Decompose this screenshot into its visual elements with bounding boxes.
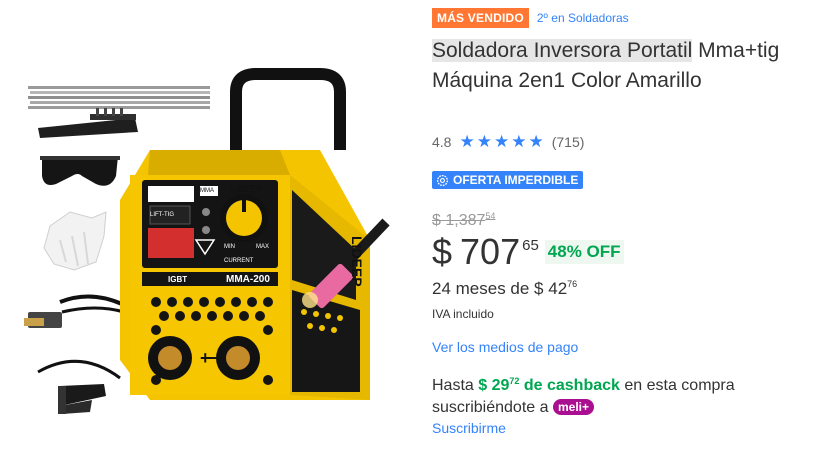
- chipping-brush: [38, 108, 138, 138]
- product-title: Soldadora Inversora Portatil Mma+tig Máq…: [432, 36, 812, 96]
- side-brand-label: LIDEEP: [349, 236, 365, 287]
- star-icon: ★: [459, 132, 475, 151]
- old-price-cents: 54: [485, 211, 496, 221]
- current-price: $ 707 65 48% OFF: [432, 232, 624, 272]
- star-icon: ★: [476, 132, 492, 151]
- price-cents: 65: [522, 237, 539, 254]
- gloves: [43, 211, 107, 271]
- discount-badge: 48% OFF: [544, 240, 624, 264]
- deal-label: OFERTA IMPERDIBLE: [453, 173, 579, 187]
- mma-label: MMA: [200, 188, 214, 194]
- cashback-amount: $ 2972 de cashback: [478, 376, 620, 394]
- current-label: CURRENT: [224, 258, 254, 264]
- igbt-label: IGBT: [168, 275, 187, 284]
- gear-icon: [436, 174, 449, 186]
- svg-text:−: −: [208, 348, 219, 368]
- max-label: MAX: [256, 244, 269, 250]
- payment-methods-link[interactable]: Ver los medios de pago: [432, 339, 578, 355]
- tax-note: IVA incluido: [432, 307, 494, 321]
- rating-row[interactable]: 4.8 ★ ★ ★ ★ ★ (715): [432, 133, 584, 150]
- cashback-cents: 72: [509, 376, 520, 386]
- rating-stars: ★ ★ ★ ★ ★: [459, 133, 543, 150]
- product-image[interactable]: + − LIDEEP CURRENT MIN MAX LIFT-TIG MMA …: [0, 0, 420, 454]
- old-price-symbol: $: [432, 212, 441, 229]
- installments-prefix: 24 meses de $ 42: [432, 279, 568, 298]
- electrode-rods: [28, 86, 210, 109]
- tig-label: LIFT-TIG: [150, 212, 174, 218]
- brand-label: LIDEEP: [231, 184, 263, 194]
- model-label: MMA-200: [226, 274, 270, 285]
- electrode-holder: [37, 359, 121, 414]
- old-price-int: 1,387: [445, 212, 486, 229]
- cashback-prefix: Hasta: [432, 377, 474, 394]
- meli-plus-badge: meli+: [552, 399, 594, 415]
- rating-value: 4.8: [432, 133, 452, 150]
- welder-body: + −: [120, 68, 370, 400]
- ground-clamp: [24, 294, 125, 328]
- min-label: MIN: [224, 244, 235, 250]
- subscribe-link[interactable]: Suscribirme: [432, 420, 506, 436]
- deal-badge: OFERTA IMPERDIBLE: [432, 171, 584, 189]
- star-icon: ★: [493, 132, 510, 151]
- best-seller-badge: MÁS VENDIDO: [432, 8, 529, 28]
- badge-row: MÁS VENDIDO 2º en Soldadoras: [432, 8, 629, 28]
- product-title-highlight: Soldadora Inversora Portatil: [432, 39, 693, 62]
- star-icon: ★: [528, 132, 544, 151]
- ranking-link[interactable]: 2º en Soldadoras: [537, 11, 629, 25]
- star-icon: ★: [511, 132, 527, 151]
- installments-cents: 76: [567, 279, 578, 289]
- welder-illustration: + − LIDEEP CURRENT MIN MAX LIFT-TIG MMA …: [24, 68, 390, 414]
- review-count[interactable]: (715): [552, 134, 585, 150]
- cashback-mid: de cashback: [523, 377, 620, 394]
- price-symbol: $: [432, 231, 453, 272]
- original-price: $ 1,38754: [432, 211, 495, 230]
- installments: 24 meses de $ 4276: [432, 279, 577, 299]
- cashback-info: Hasta $ 2972 de cashback en esta compra …: [432, 370, 812, 419]
- price-int: 707: [460, 231, 521, 272]
- safety-glasses: [40, 156, 120, 186]
